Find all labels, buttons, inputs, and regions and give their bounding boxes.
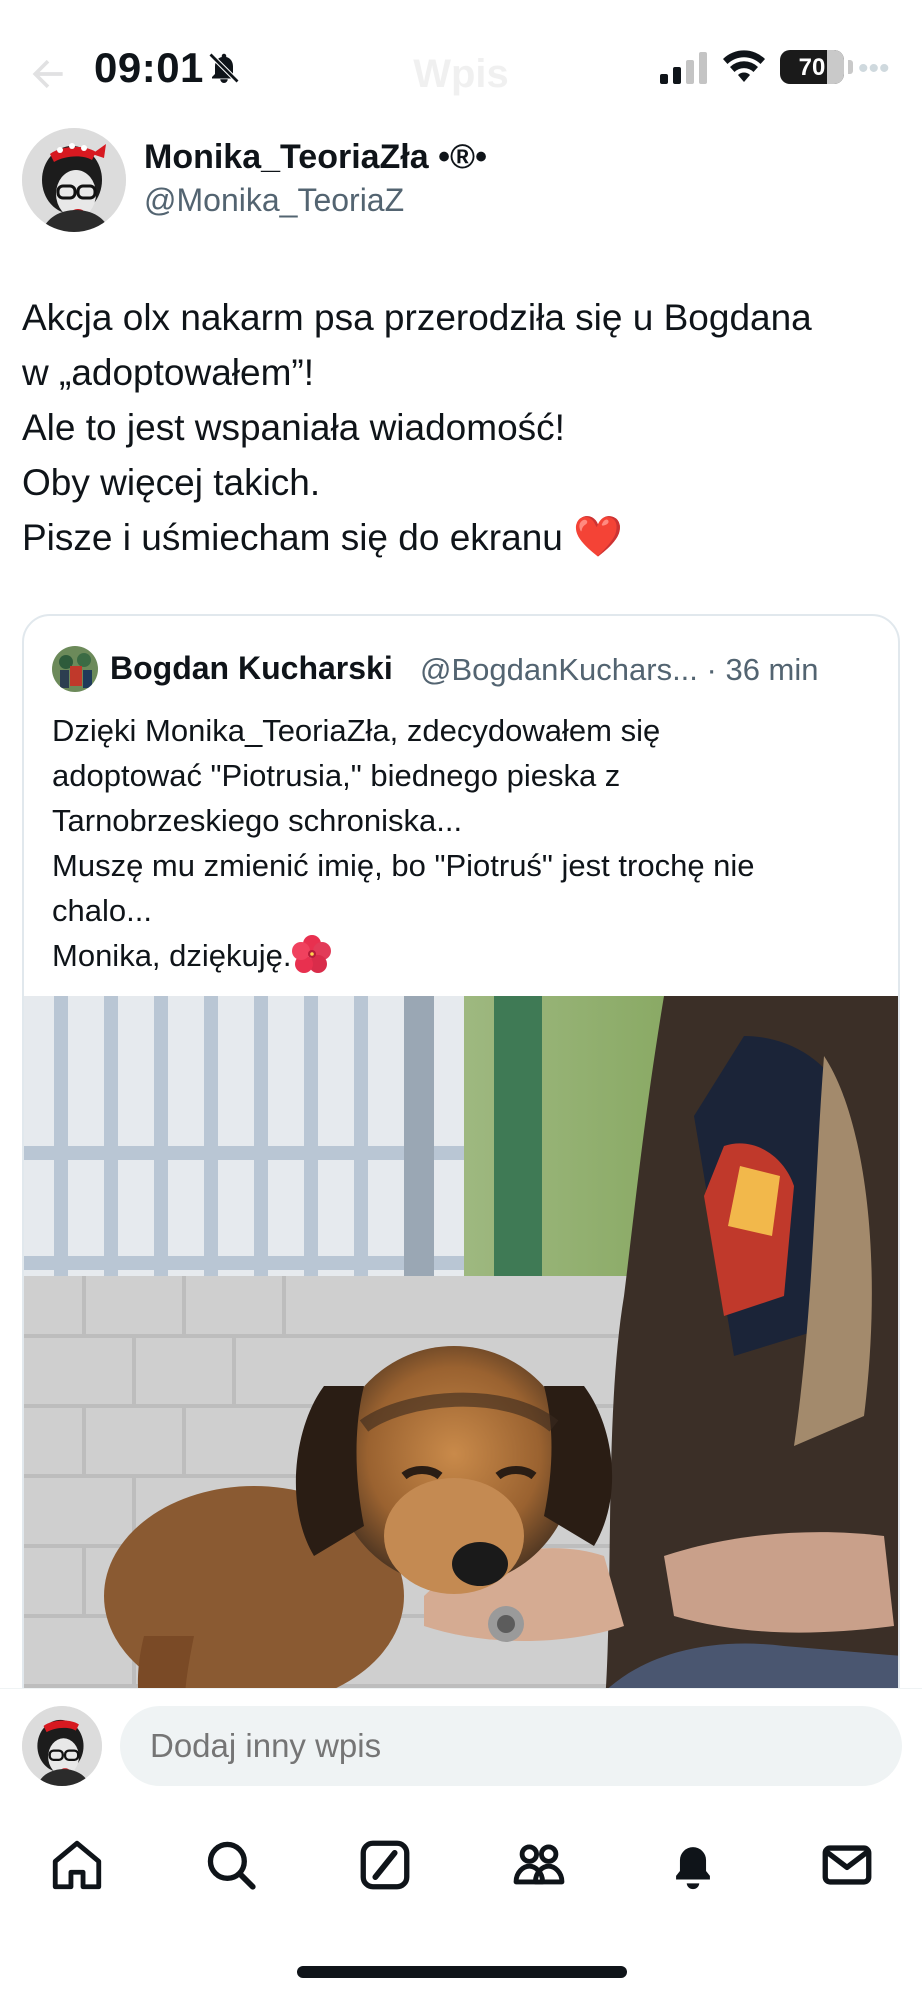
quoted-post-line: chalo...: [52, 893, 152, 928]
post-line-last: Pisze i uśmiecham się do ekranu ❤️: [22, 510, 902, 565]
bottom-tab-bar: [0, 1810, 922, 1920]
dog-photo-image: [24, 996, 898, 1712]
quoted-author-meta: @BogdanKuchars... · 36 min: [420, 652, 819, 687]
current-user-avatar[interactable]: [22, 1706, 102, 1786]
signal-icon: [660, 52, 707, 84]
post-line: Akcja olx nakarm psa przerodziła się u B…: [22, 297, 812, 338]
quoted-post-text: Dzięki Monika_TeoriaZła, zdecydowałem si…: [52, 708, 892, 978]
battery-tip: [848, 60, 853, 74]
post-line: Oby więcej takich.: [22, 462, 321, 503]
search-icon[interactable]: [202, 1836, 260, 1894]
bell-off-icon: [208, 52, 240, 84]
home-indicator[interactable]: [297, 1966, 627, 1978]
author-handle[interactable]: @Monika_TeoriaZ: [144, 182, 404, 219]
quoted-post-line: Dzięki Monika_TeoriaZła, zdecydowałem si…: [52, 713, 661, 748]
quoted-author-name: Bogdan Kucharski: [110, 650, 393, 686]
author-avatar[interactable]: [22, 128, 126, 232]
grok-icon[interactable]: [356, 1836, 414, 1894]
more-options-icon[interactable]: •••: [858, 52, 890, 86]
wifi-icon: [723, 50, 765, 82]
post-text: Akcja olx nakarm psa przerodziła się u B…: [22, 290, 902, 565]
quoted-author-avatar: [52, 646, 98, 692]
quoted-post-card[interactable]: Bogdan Kucharski @BogdanKuchars... · 36 …: [22, 614, 900, 1714]
hibiscus-emoji-icon: [291, 935, 331, 973]
quoted-post-line: Monika, dziękuję.: [52, 938, 292, 973]
post-line: w „adoptowałem”!: [22, 352, 315, 393]
author-name[interactable]: Monika_TeoriaZła •®•: [144, 138, 487, 177]
post-line: Ale to jest wspaniała wiadomość!: [22, 407, 565, 448]
heart-emoji: ❤️: [573, 515, 623, 559]
post-line: Pisze i uśmiecham się do ekranu: [22, 517, 563, 558]
reply-input[interactable]: [120, 1706, 902, 1786]
quoted-post-line: adoptować "Piotrusia," biednego pieska z: [52, 758, 621, 793]
messages-icon[interactable]: [818, 1836, 876, 1894]
battery-level: 70: [798, 54, 826, 81]
notifications-icon[interactable]: [664, 1836, 722, 1894]
quoted-post-line: Tarnobrzeskiego schroniska...: [52, 803, 463, 838]
quoted-post-photo[interactable]: [24, 996, 898, 1712]
quoted-post-line-last: Monika, dziękuję.: [52, 933, 892, 978]
communities-icon[interactable]: [510, 1836, 568, 1894]
status-time: 09:01: [94, 44, 204, 91]
quoted-post-line: Muszę mu zmienić imię, bo "Piotruś" jest…: [52, 848, 755, 883]
home-icon[interactable]: [48, 1836, 106, 1894]
status-bar: Wpis 09:01 70 •••: [0, 0, 922, 140]
battery-icon: 70: [780, 50, 844, 84]
